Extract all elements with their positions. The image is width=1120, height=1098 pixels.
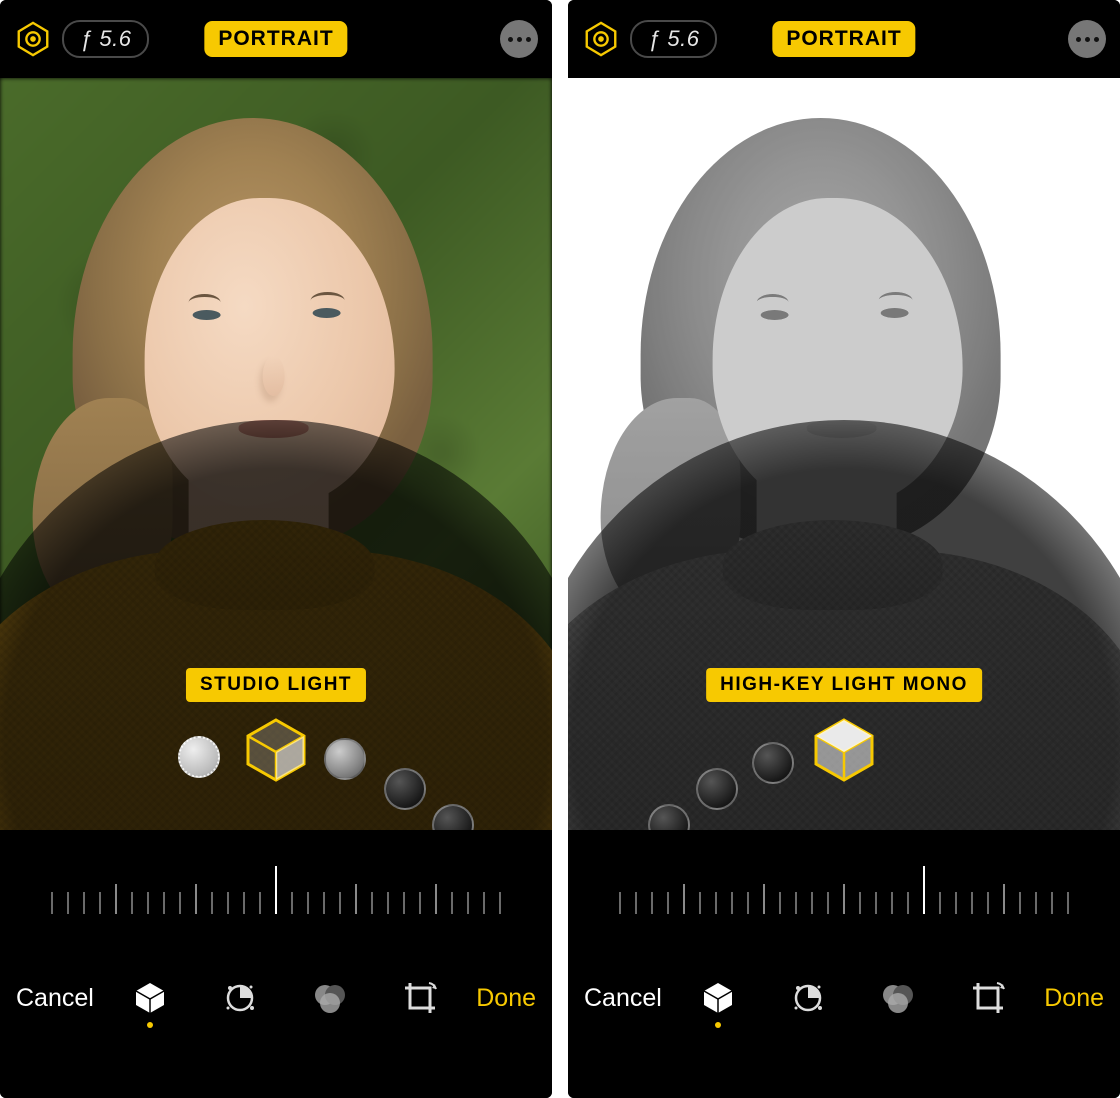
bottom-toolbar: Cancel Done xyxy=(568,950,1120,1046)
mode-badge[interactable]: PORTRAIT xyxy=(772,21,915,57)
top-bar: ƒ 5.6 PORTRAIT xyxy=(0,0,552,78)
portrait-hex-icon[interactable] xyxy=(14,20,52,58)
portrait-tool-icon[interactable] xyxy=(696,970,740,1026)
filters-tool-icon[interactable] xyxy=(876,970,920,1026)
adjust-tool-icon[interactable] xyxy=(218,970,262,1026)
mode-badge[interactable]: PORTRAIT xyxy=(204,21,347,57)
effect-label: HIGH-KEY LIGHT MONO xyxy=(706,668,982,702)
photo-preview: STUDIO LIGHT xyxy=(0,78,552,830)
portrait-hex-icon[interactable] xyxy=(582,20,620,58)
crop-tool-icon[interactable] xyxy=(966,970,1010,1026)
aperture-button[interactable]: ƒ 5.6 xyxy=(62,20,149,58)
slider-indicator xyxy=(275,866,277,914)
controls-area: Cancel Done xyxy=(568,830,1120,1098)
intensity-slider[interactable] xyxy=(0,830,552,950)
slider-ticks xyxy=(619,866,1069,914)
more-button[interactable] xyxy=(500,20,538,58)
filters-tool-icon[interactable] xyxy=(308,970,352,1026)
top-bar: ƒ 5.6 PORTRAIT xyxy=(568,0,1120,78)
lighting-option[interactable] xyxy=(384,768,426,810)
lighting-option[interactable] xyxy=(696,768,738,810)
crop-tool-icon[interactable] xyxy=(398,970,442,1026)
photo-preview: HIGH-KEY LIGHT MONO xyxy=(568,78,1120,830)
aperture-button[interactable]: ƒ 5.6 xyxy=(630,20,717,58)
bottom-toolbar: Cancel Done xyxy=(0,950,552,1046)
more-button[interactable] xyxy=(1068,20,1106,58)
screen-left: ƒ 5.6 PORTRAIT STUDIO LIGHT xyxy=(0,0,552,1098)
adjust-tool-icon[interactable] xyxy=(786,970,830,1026)
portrait-tool-icon[interactable] xyxy=(128,970,172,1026)
effect-label: STUDIO LIGHT xyxy=(186,668,366,702)
slider-ticks xyxy=(51,866,501,914)
controls-area: Cancel Done xyxy=(0,830,552,1098)
cancel-button[interactable]: Cancel xyxy=(16,984,94,1013)
screen-right: ƒ 5.6 PORTRAIT HIGH-KEY LIGHT MONO xyxy=(568,0,1120,1098)
lighting-option[interactable] xyxy=(324,738,366,780)
lighting-option[interactable] xyxy=(178,736,220,778)
lighting-option[interactable] xyxy=(752,742,794,784)
slider-indicator xyxy=(923,866,925,914)
done-button[interactable]: Done xyxy=(476,984,536,1013)
intensity-slider[interactable] xyxy=(568,830,1120,950)
cancel-button[interactable]: Cancel xyxy=(584,984,662,1013)
done-button[interactable]: Done xyxy=(1044,984,1104,1013)
